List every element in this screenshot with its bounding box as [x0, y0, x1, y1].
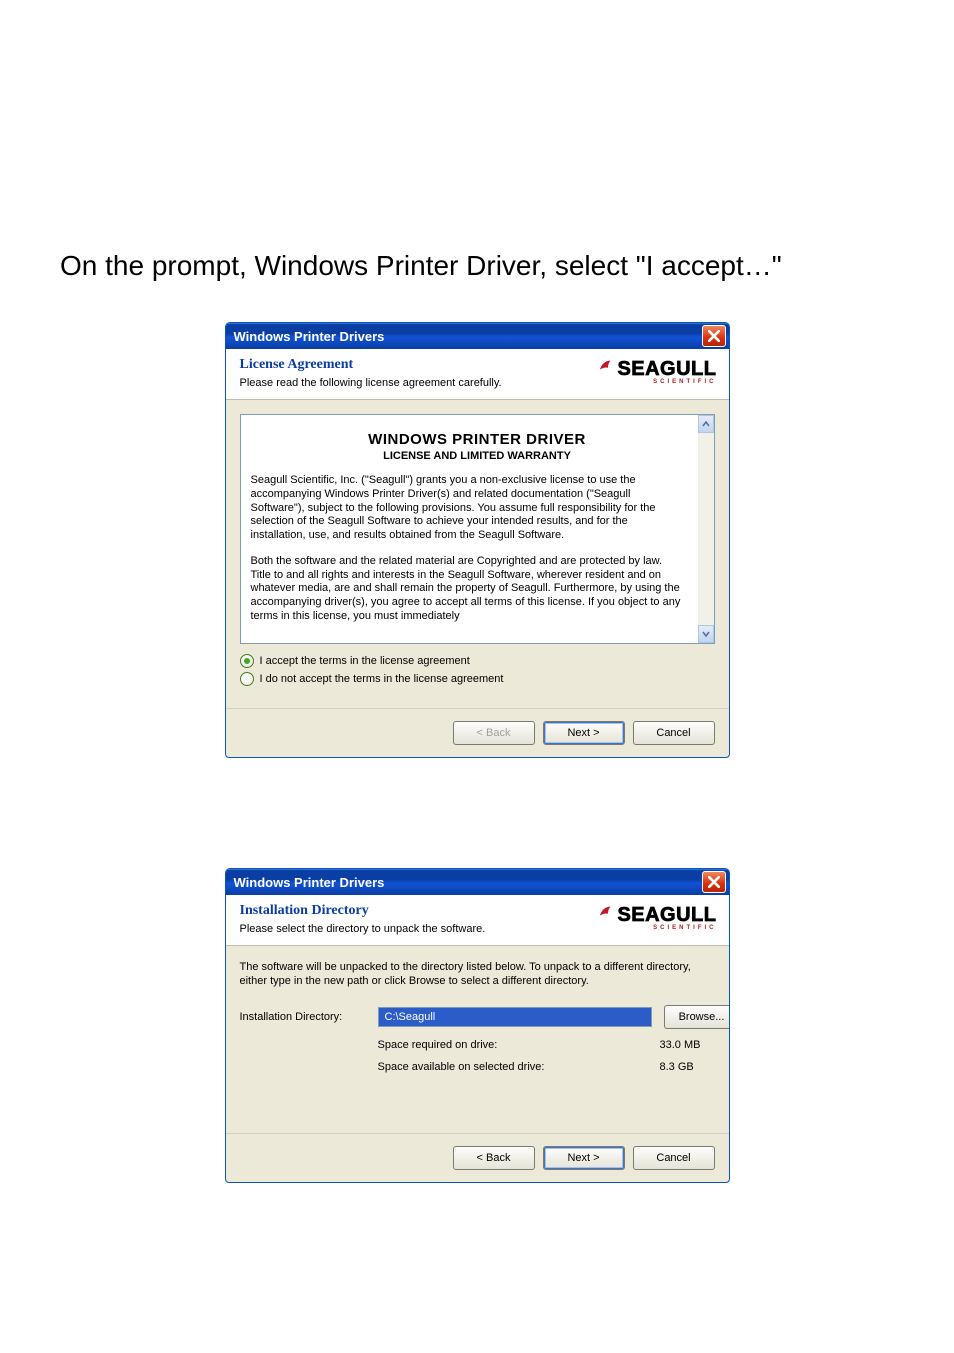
instruction-text: On the prompt, Windows Printer Driver, s…	[60, 250, 894, 282]
radio-accept-label: I accept the terms in the license agreem…	[260, 655, 470, 667]
cancel-button[interactable]: Cancel	[633, 1146, 715, 1170]
install-dir-input[interactable]: C:\Seagull	[378, 1007, 652, 1027]
cancel-button[interactable]: Cancel	[633, 721, 715, 745]
seagull-bird-icon	[598, 903, 616, 921]
header-subtitle: Please select the directory to unpack th…	[240, 923, 486, 935]
install-description: The software will be unpacked to the dir…	[240, 960, 715, 989]
radio-reject-label: I do not accept the terms in the license…	[260, 673, 504, 685]
titlebar: Windows Printer Drivers	[226, 323, 729, 349]
close-icon	[708, 330, 720, 342]
next-button[interactable]: Next >	[543, 721, 625, 745]
window-title: Windows Printer Drivers	[234, 329, 702, 344]
back-button[interactable]: < Back	[453, 1146, 535, 1170]
license-subheading: LICENSE AND LIMITED WARRANTY	[251, 450, 704, 462]
chevron-down-icon	[702, 630, 710, 638]
space-available-label: Space available on selected drive:	[378, 1061, 652, 1073]
space-required-value: 33.0 MB	[660, 1039, 730, 1051]
space-required-label: Space required on drive:	[378, 1039, 652, 1051]
reject-radio-row[interactable]: I do not accept the terms in the license…	[240, 672, 715, 686]
radio-reject[interactable]	[240, 672, 254, 686]
radio-accept[interactable]	[240, 654, 254, 668]
titlebar: Windows Printer Drivers	[226, 869, 729, 895]
header-subtitle: Please read the following license agreem…	[240, 377, 502, 389]
logo-subtext: SCIENTIFIC	[653, 379, 716, 385]
seagull-logo: SEAGULL SCIENTIFIC	[598, 357, 716, 385]
seagull-bird-icon	[598, 357, 616, 375]
close-button[interactable]	[702, 871, 726, 893]
license-paragraph-1: Seagull Scientific, Inc. ("Seagull") gra…	[251, 474, 684, 543]
header-title: License Agreement	[240, 357, 502, 373]
scroll-up-button[interactable]	[698, 415, 714, 433]
scrollbar[interactable]	[698, 415, 714, 643]
seagull-logo: SEAGULL SCIENTIFIC	[598, 903, 716, 931]
browse-button[interactable]: Browse...	[664, 1005, 730, 1029]
next-button[interactable]: Next >	[543, 1146, 625, 1170]
license-heading: WINDOWS PRINTER DRIVER	[251, 431, 704, 448]
window-title: Windows Printer Drivers	[234, 875, 702, 890]
scroll-track[interactable]	[698, 433, 714, 625]
close-icon	[708, 876, 720, 888]
install-dir-label: Installation Directory:	[240, 1011, 370, 1023]
chevron-up-icon	[702, 420, 710, 428]
scroll-down-button[interactable]	[698, 625, 714, 643]
license-textbox: WINDOWS PRINTER DRIVER LICENSE AND LIMIT…	[240, 414, 715, 644]
space-available-value: 8.3 GB	[660, 1061, 730, 1073]
back-button[interactable]: < Back	[453, 721, 535, 745]
license-dialog: Windows Printer Drivers License Agreemen…	[225, 322, 730, 758]
logo-text: SEAGULL	[617, 904, 716, 927]
accept-radio-row[interactable]: I accept the terms in the license agreem…	[240, 654, 715, 668]
logo-text: SEAGULL	[617, 358, 716, 381]
close-button[interactable]	[702, 325, 726, 347]
header-title: Installation Directory	[240, 903, 486, 919]
install-dir-dialog: Windows Printer Drivers Installation Dir…	[225, 868, 730, 1183]
logo-subtext: SCIENTIFIC	[653, 925, 716, 931]
license-paragraph-2: Both the software and the related materi…	[251, 555, 684, 624]
